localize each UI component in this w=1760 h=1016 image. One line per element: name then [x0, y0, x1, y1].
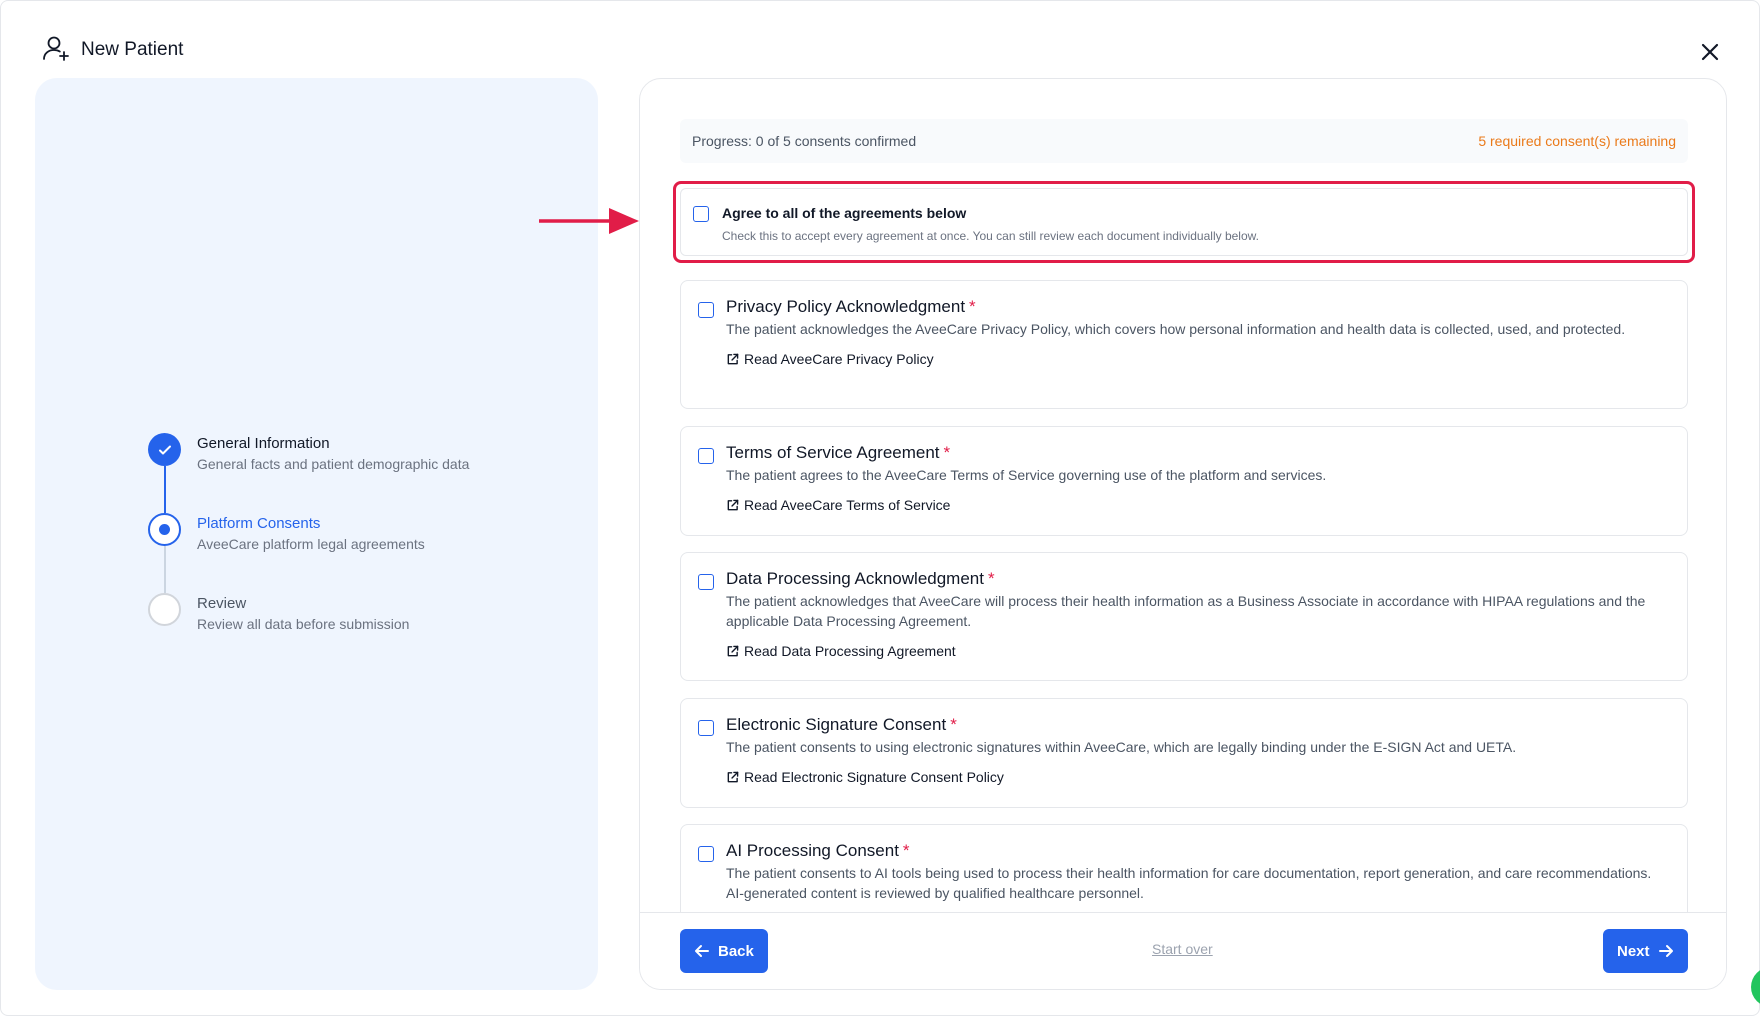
- step-complete-indicator: [148, 433, 181, 466]
- external-link-icon: [727, 645, 739, 656]
- agree-all-card[interactable]: Agree to all of the agreements below Che…: [680, 188, 1688, 256]
- step-platform-consents[interactable]: Platform Consents AveeCare platform lega…: [148, 513, 469, 593]
- required-marker: *: [902, 841, 910, 860]
- required-marker: *: [943, 443, 951, 462]
- step-connector: [164, 466, 166, 513]
- consent-card-privacy-policy: Privacy Policy Acknowledgment * The patie…: [680, 280, 1688, 409]
- read-privacy-policy-link[interactable]: Read AveeCare Privacy Policy: [726, 351, 1666, 367]
- consent-link-label: Read AveeCare Terms of Service: [744, 497, 951, 513]
- step-description: AveeCare platform legal agreements: [197, 536, 425, 552]
- step-pending-indicator: [148, 593, 181, 626]
- step-review[interactable]: Review Review all data before submission: [148, 593, 469, 673]
- progress-summary: Progress: 0 of 5 consents confirmed 5 re…: [680, 119, 1688, 163]
- required-marker: *: [950, 715, 957, 734]
- consent-description: The patient acknowledges the AveeCare Pr…: [726, 321, 1626, 337]
- step-general-information[interactable]: General Information General facts and pa…: [148, 433, 469, 513]
- close-icon: [1701, 43, 1719, 61]
- consent-link-label: Read AveeCare Privacy Policy: [744, 351, 934, 367]
- step-title: Review: [197, 595, 247, 612]
- consents-panel: Progress: 0 of 5 consents confirmed 5 re…: [639, 78, 1727, 990]
- stepper-panel: General Information General facts and pa…: [35, 78, 598, 990]
- consent-card-ai-processing: AI Processing Consent * The patient conse…: [680, 824, 1688, 912]
- agree-all-title: Agree to all of the agreements below: [722, 205, 967, 221]
- consent-title: Terms of Service Agreement: [726, 443, 940, 462]
- consent-checkbox[interactable]: [698, 846, 714, 862]
- consent-description: The patient agrees to the AveeCare Terms…: [726, 467, 1327, 483]
- read-data-processing-agreement-link[interactable]: Read Data Processing Agreement: [726, 643, 1666, 659]
- consent-description: The patient acknowledges that AveeCare w…: [726, 593, 1646, 629]
- consent-card-electronic-signature: Electronic Signature Consent * The patien…: [680, 698, 1688, 808]
- consent-description: The patient consents to AI tools being u…: [726, 865, 1652, 901]
- consent-link-label: Read Electronic Signature Consent Policy: [744, 769, 1004, 785]
- step-description: Review all data before submission: [197, 616, 410, 632]
- required-marker: *: [969, 297, 976, 316]
- external-link-icon: [727, 499, 739, 510]
- consent-checkbox[interactable]: [698, 574, 714, 590]
- agree-all-description: Check this to accept every agreement at …: [722, 229, 1259, 243]
- read-terms-of-service-link[interactable]: Read AveeCare Terms of Service: [726, 497, 1666, 513]
- step-title: Platform Consents: [197, 515, 321, 532]
- consent-title: Data Processing Acknowledgment: [726, 569, 984, 588]
- chat-widget-button[interactable]: [1751, 967, 1760, 1007]
- wizard-footer: Back Start over Next: [640, 912, 1726, 989]
- external-link-icon: [727, 353, 739, 364]
- close-button[interactable]: [1697, 39, 1723, 65]
- start-over-link[interactable]: Start over: [1152, 941, 1213, 957]
- consent-card-terms-of-service: Terms of Service Agreement * The patient …: [680, 426, 1688, 536]
- back-button[interactable]: Back: [680, 929, 768, 973]
- remaining-consents-text: 5 required consent(s) remaining: [1478, 133, 1676, 149]
- consent-title: Privacy Policy Acknowledgment: [726, 297, 966, 316]
- consent-link-label: Read Data Processing Agreement: [744, 643, 956, 659]
- consent-description: The patient consents to using electronic…: [726, 739, 1517, 755]
- arrow-left-icon: [695, 945, 709, 957]
- arrow-right-icon: [1658, 945, 1673, 957]
- read-electronic-signature-policy-link[interactable]: Read Electronic Signature Consent Policy: [726, 769, 1666, 785]
- consent-card-data-processing: Data Processing Acknowledgment * The pati…: [680, 552, 1688, 681]
- external-link-icon: [727, 771, 739, 782]
- consent-title: AI Processing Consent: [726, 841, 899, 860]
- required-marker: *: [987, 569, 995, 588]
- step-title: General Information: [197, 435, 330, 452]
- modal-title: New Patient: [81, 39, 184, 60]
- agree-all-checkbox[interactable]: [693, 206, 709, 222]
- consent-checkbox[interactable]: [698, 720, 714, 736]
- check-icon: [158, 445, 171, 454]
- new-patient-modal: New Patient General Information General …: [0, 0, 1760, 1016]
- step-active-indicator: [148, 513, 181, 546]
- next-button[interactable]: Next: [1603, 929, 1688, 973]
- consent-title: Electronic Signature Consent: [726, 715, 947, 734]
- step-connector: [164, 546, 166, 593]
- consents-scroll-area[interactable]: Progress: 0 of 5 consents confirmed 5 re…: [640, 79, 1726, 912]
- next-button-label: Next: [1617, 942, 1650, 960]
- back-button-label: Back: [718, 942, 754, 960]
- stepper: General Information General facts and pa…: [148, 433, 469, 673]
- consent-checkbox[interactable]: [698, 448, 714, 464]
- progress-text: Progress: 0 of 5 consents confirmed: [692, 133, 917, 149]
- consent-checkbox[interactable]: [698, 302, 714, 318]
- annotation-arrow-icon: [539, 208, 639, 234]
- user-plus-icon: [41, 33, 71, 68]
- step-description: General facts and patient demographic da…: [197, 456, 470, 472]
- modal-header: New Patient: [41, 35, 183, 65]
